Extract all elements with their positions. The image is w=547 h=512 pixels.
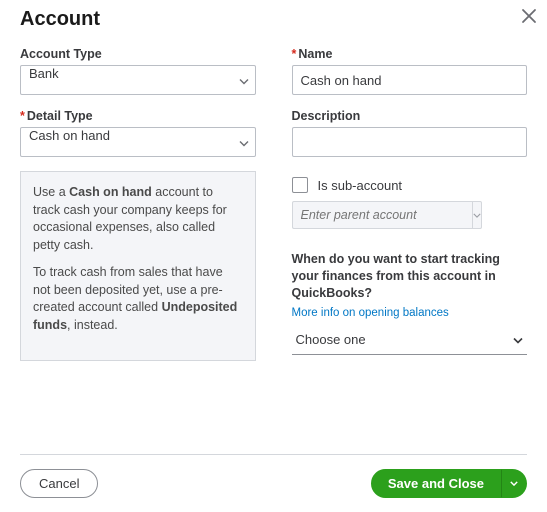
name-input[interactable] <box>292 65 528 95</box>
footer-divider <box>20 454 527 455</box>
account-type-value: Bank <box>20 65 256 95</box>
detail-type-label: Detail Type <box>20 109 256 123</box>
help-text-box: Use a Cash on hand account to track cash… <box>20 171 256 361</box>
help-text: Use a <box>33 185 69 199</box>
is-sub-account-label: Is sub-account <box>318 178 403 193</box>
dialog-title: Account <box>20 8 527 31</box>
save-and-close-button[interactable]: Save and Close <box>371 469 501 498</box>
opening-balances-link[interactable]: More info on opening balances <box>292 307 449 319</box>
detail-type-value: Cash on hand <box>20 127 256 157</box>
dialog-footer: Cancel Save and Close <box>0 440 547 512</box>
save-dropdown-button[interactable] <box>501 469 527 498</box>
cancel-button[interactable]: Cancel <box>20 469 98 498</box>
account-type-select[interactable]: Bank <box>20 65 256 95</box>
name-label: Name <box>292 47 528 61</box>
description-input[interactable] <box>292 127 528 157</box>
caret-down-icon <box>513 332 523 347</box>
parent-account-dropdown-button <box>472 201 482 229</box>
save-button-group: Save and Close <box>371 469 527 498</box>
right-column: Name Description Is sub-account When do … <box>292 47 528 361</box>
help-bold: Cash on hand <box>69 185 152 199</box>
close-icon[interactable] <box>519 6 539 26</box>
help-text: , instead. <box>67 318 118 332</box>
parent-account-combo <box>292 201 462 229</box>
parent-account-input <box>292 201 472 229</box>
detail-type-select[interactable]: Cash on hand <box>20 127 256 157</box>
left-column: Account Type Bank Detail Type Cash on ha… <box>20 47 256 361</box>
tracking-question: When do you want to start tracking your … <box>292 251 528 302</box>
start-tracking-select[interactable]: Choose one <box>292 325 528 355</box>
account-type-label: Account Type <box>20 47 256 61</box>
start-tracking-value: Choose one <box>296 332 366 347</box>
is-sub-account-checkbox[interactable] <box>292 177 308 193</box>
description-label: Description <box>292 109 528 123</box>
